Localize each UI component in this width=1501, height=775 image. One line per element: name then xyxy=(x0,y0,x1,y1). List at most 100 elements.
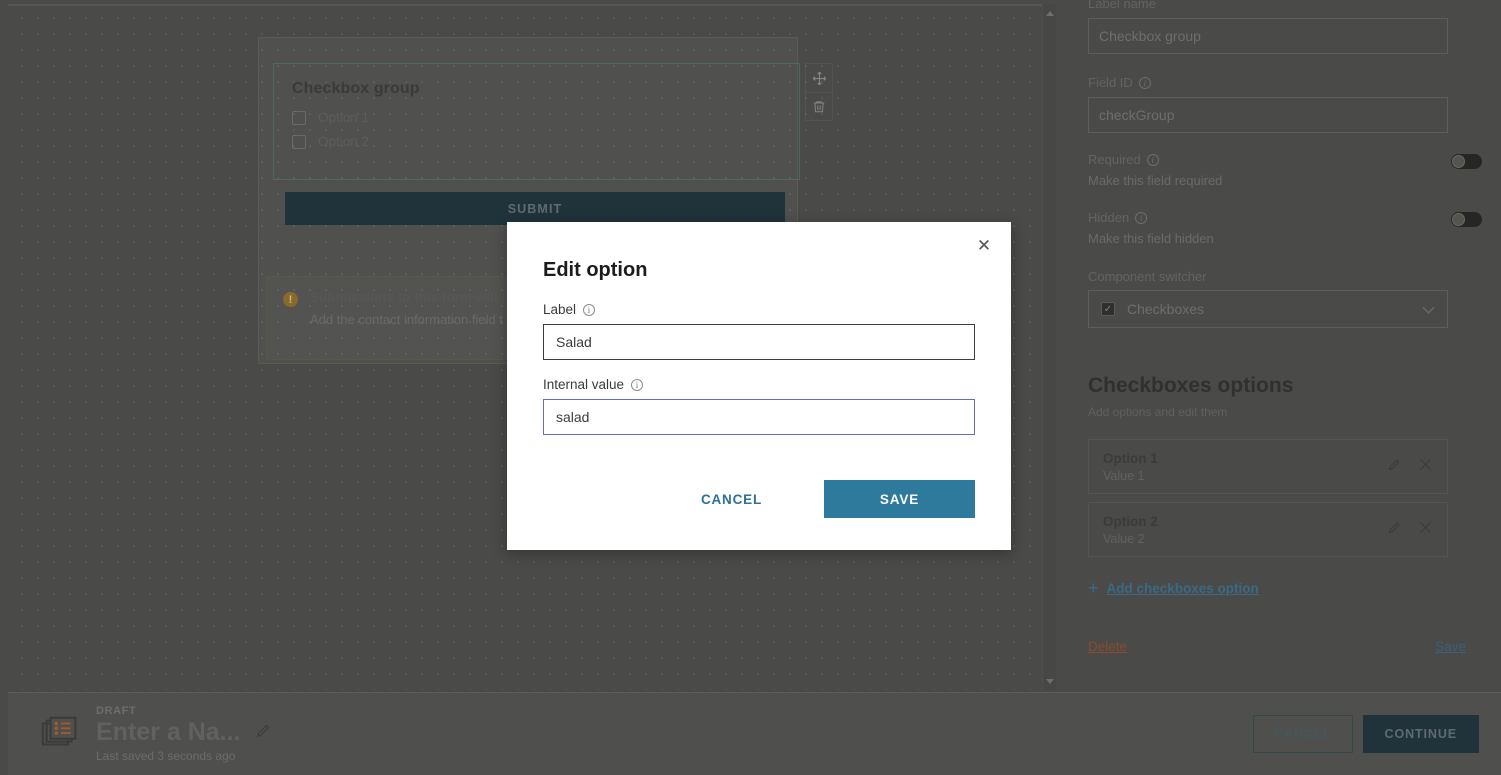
continue-button[interactable]: CONTINUE xyxy=(1362,715,1479,753)
component-switcher-value: Checkboxes xyxy=(1127,301,1205,317)
stacked-forms-icon xyxy=(41,716,77,746)
required-sublabel: Make this field required xyxy=(1088,173,1223,188)
bottom-bar-actions: CANCEL CONTINUE xyxy=(1253,715,1479,753)
info-icon[interactable]: i xyxy=(583,303,596,316)
label-field-label: Label xyxy=(543,302,577,317)
move-icon xyxy=(812,71,826,85)
options-section-heading: Checkboxes options xyxy=(1088,374,1294,397)
edit-option-button[interactable] xyxy=(1387,520,1402,540)
options-section-subheading: Add options and edit them xyxy=(1088,405,1228,419)
info-icon[interactable]: i xyxy=(631,378,644,391)
pencil-icon xyxy=(1388,521,1400,533)
label-input[interactable] xyxy=(543,324,975,360)
label-name-group: Label name xyxy=(1088,0,1156,11)
internal-field-label-row: Internal value i xyxy=(543,377,975,392)
info-icon[interactable]: i xyxy=(1138,76,1151,89)
canvas-scrollbar[interactable] xyxy=(1042,4,1056,690)
required-label: Required xyxy=(1088,152,1141,167)
checkbox-icon[interactable] xyxy=(292,110,306,125)
hidden-label-row: Hidden i xyxy=(1088,210,1214,225)
delete-field-button[interactable] xyxy=(805,92,833,121)
move-handle-button[interactable] xyxy=(805,63,833,92)
modal-save-button[interactable]: SAVE xyxy=(824,480,975,518)
field-title: Checkbox group xyxy=(292,80,420,97)
field-id-group: Field ID i xyxy=(1088,75,1151,90)
remove-option-button[interactable] xyxy=(1418,457,1433,477)
form-title: Enter a Na... xyxy=(96,718,241,746)
hidden-label: Hidden xyxy=(1088,210,1130,225)
internal-value-input[interactable] xyxy=(543,399,975,435)
info-icon[interactable]: i xyxy=(1146,153,1159,166)
alert-icon: ! xyxy=(283,292,298,307)
delete-field-link[interactable]: Delete xyxy=(1088,639,1127,654)
preview-checkbox-row[interactable]: Option 2 xyxy=(292,134,781,149)
save-field-link[interactable]: Save xyxy=(1435,639,1466,654)
submit-button[interactable]: SUBMIT xyxy=(285,192,785,225)
last-saved-text: Last saved 3 seconds ago xyxy=(96,749,236,763)
remove-option-button[interactable] xyxy=(1418,520,1433,540)
add-option-label: Add checkboxes option xyxy=(1106,580,1259,596)
cancel-button[interactable]: CANCEL xyxy=(1253,715,1353,753)
component-switcher-label: Component switcher xyxy=(1088,269,1207,284)
preview-checkbox-row[interactable]: Option 1 xyxy=(292,110,781,125)
label-name-label: Label name xyxy=(1088,0,1156,11)
pencil-icon xyxy=(256,724,269,737)
component-switcher-select[interactable]: ✓ Checkboxes xyxy=(1088,290,1448,328)
option-value: Value 1 xyxy=(1103,468,1145,483)
plus-icon: + xyxy=(1088,578,1099,598)
modal-cancel-button[interactable]: CANCEL xyxy=(673,482,790,517)
panel-footer-actions: Delete Save xyxy=(1088,639,1466,654)
close-modal-button[interactable]: ✕ xyxy=(971,233,997,259)
status-badge: DRAFT xyxy=(96,705,137,717)
info-icon[interactable]: i xyxy=(1135,211,1148,224)
form-icon xyxy=(40,713,82,755)
label-field-group: Label i xyxy=(543,302,975,360)
chevron-down-icon xyxy=(1422,301,1435,317)
option-card[interactable]: Option 2 Value 2 xyxy=(1088,502,1448,557)
option-card[interactable]: Option 1 Value 1 xyxy=(1088,439,1448,494)
pencil-icon xyxy=(1388,458,1400,470)
field-id-input[interactable] xyxy=(1088,97,1448,133)
label-field-label-row: Label i xyxy=(543,302,975,317)
form-title-row: Enter a Na... xyxy=(96,718,272,747)
label-name-input[interactable] xyxy=(1088,18,1448,54)
trash-icon xyxy=(813,101,825,113)
hidden-toggle[interactable] xyxy=(1451,212,1482,227)
required-toggle[interactable] xyxy=(1451,154,1482,169)
required-setting-row: Required i Make this field required xyxy=(1088,152,1482,188)
required-label-row: Required i xyxy=(1088,152,1222,167)
checkbox-checked-icon: ✓ xyxy=(1101,302,1115,316)
modal-title: Edit option xyxy=(543,259,648,281)
app-root: Checkbox group Option 1 Option 2 SUBMIT … xyxy=(0,0,1501,775)
option-actions xyxy=(1387,457,1433,477)
field-tool-rail xyxy=(805,63,833,121)
edit-option-button[interactable] xyxy=(1387,457,1402,477)
internal-value-field-group: Internal value i xyxy=(543,377,975,435)
internal-value-label: Internal value xyxy=(543,377,625,392)
toggle-knob xyxy=(1452,155,1465,168)
close-icon xyxy=(1420,521,1431,533)
option-name: Option 2 xyxy=(1103,513,1158,529)
rename-form-button[interactable] xyxy=(255,722,272,744)
modal-actions: CANCEL SAVE xyxy=(543,480,975,518)
preview-checkbox-label: Option 2 xyxy=(318,134,370,149)
field-id-label: Field ID xyxy=(1088,75,1133,90)
hidden-setting-row: Hidden i Make this field hidden xyxy=(1088,210,1482,246)
form-meta: DRAFT Enter a Na... Last saved 3 seconds… xyxy=(96,705,272,763)
option-actions xyxy=(1387,520,1433,540)
hidden-sublabel: Make this field hidden xyxy=(1088,231,1214,246)
canvas-top-divider xyxy=(8,4,1056,6)
checkbox-icon[interactable] xyxy=(292,134,306,149)
toggle-knob xyxy=(1452,213,1465,226)
close-icon xyxy=(1420,458,1431,470)
field-settings-panel: Label name Field ID i Required i Make th… xyxy=(1072,0,1501,691)
bottom-bar: DRAFT Enter a Na... Last saved 3 seconds… xyxy=(8,692,1501,775)
add-checkboxes-option-link[interactable]: + Add checkboxes option xyxy=(1088,579,1259,597)
preview-checkbox-label: Option 1 xyxy=(318,110,370,125)
scroll-down-arrow[interactable] xyxy=(1043,674,1056,688)
edit-option-modal: ✕ Edit option Label i Internal value i C… xyxy=(507,222,1011,550)
scroll-up-arrow[interactable] xyxy=(1043,6,1056,20)
option-name: Option 1 xyxy=(1103,450,1158,466)
option-value: Value 2 xyxy=(1103,531,1145,546)
checkbox-group-field[interactable]: Checkbox group Option 1 Option 2 xyxy=(273,63,800,180)
